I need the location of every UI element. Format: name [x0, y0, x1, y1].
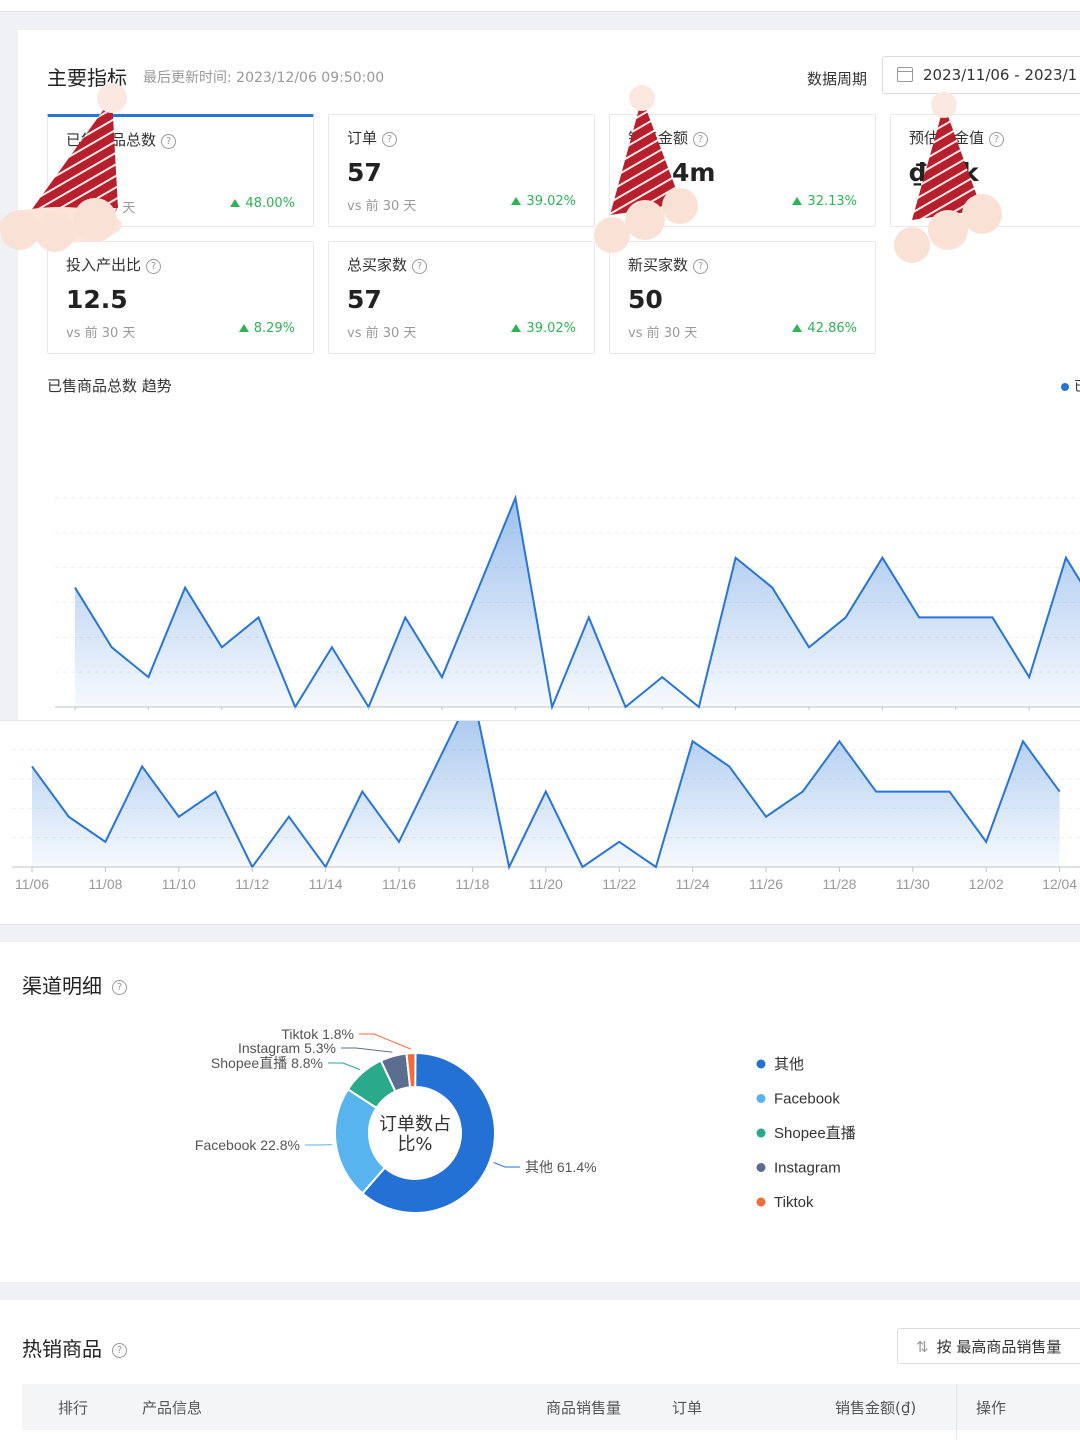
legend-item[interactable]: Facebook: [774, 1091, 840, 1108]
x-tick-label: 11/20: [529, 876, 563, 892]
sort-dropdown[interactable]: ⇅ 按 最高商品销售量: [897, 1328, 1080, 1364]
column-header-units-sold[interactable]: 商品销售量: [546, 1397, 621, 1418]
channel-donut-chart: 其他 61.4%Facebook 22.8%Shopee直播 8.8%Insta…: [195, 1026, 856, 1214]
column-header-product[interactable]: 产品信息: [142, 1397, 202, 1418]
help-icon[interactable]: ?: [112, 1343, 127, 1358]
x-tick-label: 12/04: [1042, 876, 1077, 892]
x-tick-label: 11/10: [162, 876, 196, 892]
metric-compare: vs 前 30 天: [628, 326, 698, 341]
metric-change: 42.86%: [792, 321, 857, 336]
column-divider: [956, 1384, 957, 1440]
column-header-actions: 操作: [976, 1399, 1007, 1417]
hat-decorations: [0, 83, 1002, 263]
x-tick-label: 11/24: [676, 876, 710, 892]
santa-hat-icon: [894, 92, 1002, 263]
santa-hat-icon: [0, 83, 127, 252]
metric-change: 39.02%: [511, 321, 576, 336]
slice-label: Facebook 22.8%: [195, 1137, 300, 1153]
metric-change: 8.29%: [239, 321, 295, 336]
slice-label: Shopee直播 8.8%: [211, 1055, 323, 1071]
metric-value: 50: [628, 285, 663, 314]
slice-leader-line: [341, 1047, 393, 1053]
slice-leader-line: [359, 1033, 411, 1050]
channel-detail-card: 渠道明细? 其他 61.4% Facebook 22.8% Shopee直播 8.8…: [0, 942, 1080, 1282]
top-bar: [0, 0, 1080, 12]
x-tick-label: 11/16: [382, 876, 416, 892]
slice-label: Instagram 5.3%: [238, 1040, 336, 1056]
x-tick-label: 11/06: [15, 876, 49, 892]
metric-value: 57: [347, 285, 382, 314]
legend-item[interactable]: Instagram: [774, 1160, 841, 1177]
legend-marker: [756, 1059, 766, 1069]
sort-label: 按 最高商品销售量: [936, 1338, 1062, 1356]
table-header: 排行 产品信息 商品销售量 订单 销售金额(₫) 操作: [22, 1384, 1080, 1440]
series-area: [32, 721, 1060, 867]
metric-compare: vs 前 30 天: [347, 326, 417, 341]
legend-item[interactable]: Tiktok: [774, 1194, 814, 1211]
hot-products-card: 热销商品? ⇅ 按 最高商品销售量 排行 产品信息 商品销售量 订单 销售金额(₫…: [0, 1300, 1080, 1440]
x-tick-label: 11/26: [749, 876, 783, 892]
slice-leader-line: [328, 1062, 361, 1071]
donut-center-label: 比%: [397, 1134, 432, 1155]
trend-chart: 11/0611/0811/1011/1211/1411/1611/1811/20…: [55, 494, 1080, 710]
x-tick-label: 11/12: [235, 876, 269, 892]
column-header-rank[interactable]: 排行: [58, 1397, 88, 1418]
column-header-sales-amount[interactable]: 销售金额(₫): [835, 1397, 916, 1418]
legend-label[interactable]: 已: [1074, 376, 1080, 396]
x-tick-label: 11/28: [822, 876, 856, 892]
x-tick-label: 11/22: [602, 876, 636, 892]
trend-chart-repeat: 11/06 11/08 11/10 11/12 11/14 11/16 11/18 11/20…: [12, 721, 1080, 892]
legend-marker: [756, 1094, 766, 1103]
legend-item[interactable]: 其他: [774, 1056, 804, 1073]
santa-hat-icon: [594, 85, 698, 253]
slice-leader-line: [493, 1161, 520, 1168]
trend-chart-strip: 11/06 11/08 11/10 11/12 11/14 11/16 11/18 11/20…: [0, 720, 1080, 925]
slice-label: Tiktok 1.8%: [281, 1026, 354, 1042]
legend-marker: [756, 1163, 766, 1172]
legend-marker: [756, 1197, 766, 1207]
x-tick-label: 11/14: [309, 876, 343, 892]
sort-icon: ⇅: [916, 1338, 929, 1356]
legend-marker: [756, 1128, 766, 1138]
metric-value: 12.5: [66, 285, 128, 314]
legend-marker: [1061, 383, 1069, 391]
slice-label: 其他 61.4%: [525, 1159, 597, 1175]
hot-products-title: 热销商品?: [22, 1333, 127, 1362]
column-header-orders[interactable]: 订单: [672, 1397, 702, 1418]
x-tick-label: 11/30: [896, 876, 930, 892]
metric-compare: vs 前 30 天: [66, 326, 136, 341]
donut-center-label: 订单数占: [379, 1114, 451, 1135]
x-tick-label: 12/02: [969, 876, 1004, 892]
x-tick-label: 11/18: [455, 876, 489, 892]
x-tick-label: 11/08: [88, 876, 122, 892]
trend-chart-title: 已售商品总数 趋势: [47, 377, 172, 395]
legend-item[interactable]: Shopee直播: [774, 1125, 856, 1142]
